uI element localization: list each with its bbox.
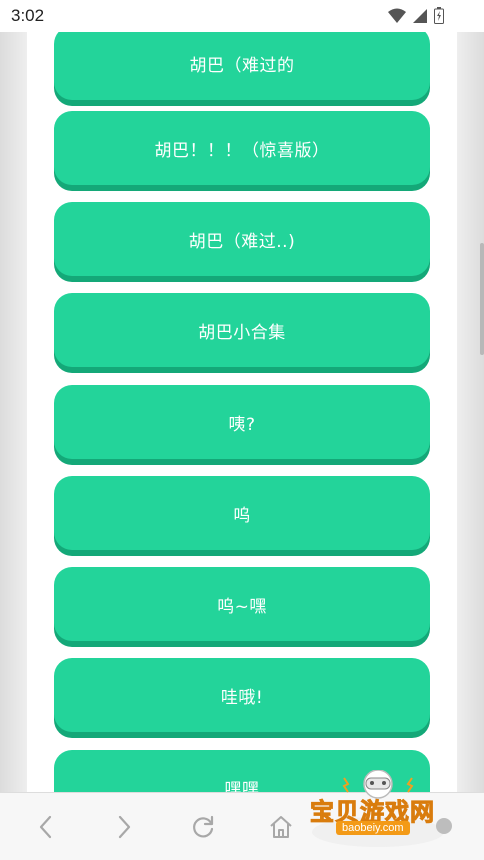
status-time: 3:02: [11, 6, 45, 25]
home-icon[interactable]: [265, 811, 297, 843]
watermark-url: baobeiy.com: [336, 821, 410, 835]
sound-button[interactable]: 胡巴！！！（惊喜版）: [54, 111, 430, 185]
scrollbar-thumb[interactable]: [480, 243, 484, 355]
sound-button[interactable]: 呜~嘿: [54, 567, 430, 641]
battery-icon: [434, 7, 444, 28]
left-gutter: [0, 32, 27, 792]
status-bar: 3:02: [0, 0, 484, 32]
right-gutter: [457, 32, 484, 792]
signal-icon: [412, 8, 428, 28]
refresh-icon[interactable]: [187, 811, 219, 843]
sound-button[interactable]: 胡巴（难过..): [54, 202, 430, 276]
app-screen: 3:02 胡巴（难过的 胡巴！！！（惊喜版） 胡巴（难过..) 胡巴小合集 咦?…: [0, 0, 484, 860]
sound-button[interactable]: 哇哦!: [54, 658, 430, 732]
sound-button[interactable]: 胡巴（难过的: [54, 32, 430, 100]
sound-button[interactable]: 呜: [54, 476, 430, 550]
sound-button[interactable]: 咦?: [54, 385, 430, 459]
back-icon[interactable]: [30, 811, 62, 843]
status-icons: [388, 7, 444, 28]
sound-button-list: 胡巴（难过的 胡巴！！！（惊喜版） 胡巴（难过..) 胡巴小合集 咦? 呜 呜~…: [27, 32, 457, 792]
watermark-logo: 宝贝游戏网 baobeiy.com: [308, 770, 458, 850]
wifi-icon: [388, 8, 406, 28]
sound-button[interactable]: 胡巴小合集: [54, 293, 430, 367]
forward-icon[interactable]: [108, 811, 140, 843]
